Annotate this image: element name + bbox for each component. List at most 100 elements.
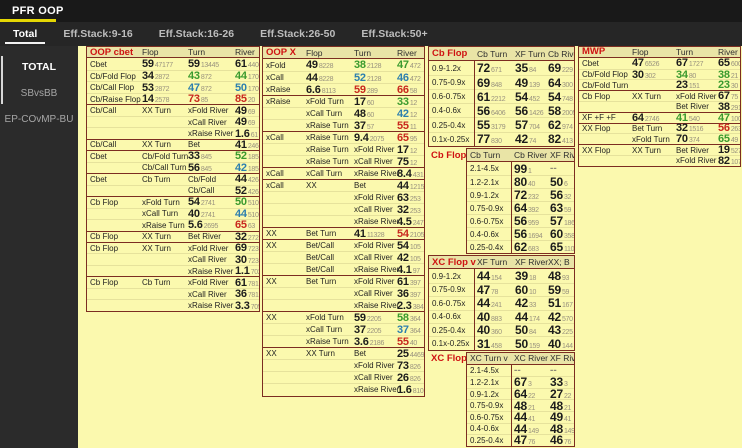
stat-value[interactable]: 72 671 xyxy=(474,61,512,75)
stat-value[interactable]: 40 2741 xyxy=(185,208,232,220)
stat-value[interactable]: 47 76 xyxy=(511,433,547,445)
popup-title-tab[interactable]: PFR OOP xyxy=(0,0,76,22)
stat-value[interactable]: 69 229 xyxy=(545,61,574,75)
scrollbar[interactable] xyxy=(1,56,3,104)
stat-value[interactable]: 61 781 xyxy=(232,277,259,289)
stat-value[interactable]: 47 472 xyxy=(394,59,424,71)
stat-value[interactable]: 48 60 xyxy=(351,108,394,120)
stat-value[interactable]: 99 1 xyxy=(511,162,547,176)
stat-value[interactable]: 50 159 xyxy=(512,337,545,350)
stat-value[interactable]: 57 704 xyxy=(512,118,545,132)
stat-value[interactable]: 36 397 xyxy=(394,288,424,300)
stat-value[interactable]: 44 8228 xyxy=(303,72,351,84)
stat-value[interactable]: 49 69 xyxy=(232,116,259,128)
stat-value[interactable]: 14 2578 xyxy=(139,93,185,105)
stat-value[interactable]: 50 510 xyxy=(232,196,259,208)
stat-value[interactable]: 37 57 xyxy=(351,120,394,132)
stat-value[interactable]: 9.4 2075 xyxy=(351,132,394,144)
stat-value[interactable]: 41 11328 xyxy=(351,228,394,240)
stat-value[interactable]: 36 781 xyxy=(232,288,259,300)
stat-value[interactable]: 77 830 xyxy=(474,132,512,146)
stat-value[interactable]: 43 872 xyxy=(185,70,232,82)
stat-value[interactable]: 17 12 xyxy=(394,144,424,156)
stat-value[interactable]: 54 105 xyxy=(394,240,424,252)
stat-value[interactable]: 17 60 xyxy=(351,96,394,108)
stat-value[interactable]: 47 78 xyxy=(474,283,512,297)
sidebar-item-total[interactable]: TOTAL xyxy=(0,54,78,80)
stat-value[interactable]: 69 723 xyxy=(232,242,259,254)
stat-value[interactable]: 1.1702 xyxy=(232,265,259,277)
stat-value[interactable]: 32 253 xyxy=(394,204,424,216)
stat-value[interactable]: 55 40 xyxy=(394,336,424,348)
stat-value[interactable]: 55 3179 xyxy=(474,118,512,132)
stat-value[interactable]: 42 12 xyxy=(394,108,424,120)
sidebar-item-sbvsbb[interactable]: SBvsBB xyxy=(0,80,78,106)
stat-value[interactable]: 1.6 61 xyxy=(232,128,259,140)
stat-value[interactable]: 59 13445 xyxy=(185,58,232,70)
stat-value[interactable]: 65 110 xyxy=(547,240,574,253)
stat-value[interactable]: 2.3 384 xyxy=(394,300,424,312)
stat-value[interactable]: 39 18 xyxy=(512,269,545,283)
stat-value[interactable]: 52 426 xyxy=(232,185,259,197)
stat-value[interactable]: 64 392 xyxy=(511,201,547,215)
tab-eff-stack-16-26[interactable]: Eff.Stack:16-26 xyxy=(146,22,247,46)
stat-value[interactable]: 4.1 97 xyxy=(394,264,424,276)
stat-value[interactable]: 63 253 xyxy=(394,192,424,204)
stat-value[interactable]: 50 170 xyxy=(232,82,259,94)
tab-eff-stack-9-16[interactable]: Eff.Stack:9-16 xyxy=(50,22,145,46)
stat-value[interactable]: 75 12 xyxy=(394,156,424,168)
stat-value[interactable]: 54 2105 xyxy=(394,228,424,240)
stat-value[interactable]: 63 59 xyxy=(547,201,574,215)
tab-eff-stack-50[interactable]: Eff.Stack:50+ xyxy=(348,22,440,46)
stat-value[interactable]: 62 974 xyxy=(545,118,574,132)
stat-value[interactable]: 59 59 xyxy=(545,283,574,297)
tab-total[interactable]: Total xyxy=(0,22,50,46)
stat-value[interactable]: 53 2872 xyxy=(139,82,185,94)
stat-value[interactable]: 1.6 810 xyxy=(394,384,424,396)
stat-value[interactable]: 42 33 xyxy=(512,296,545,310)
stat-value[interactable]: 80 40 xyxy=(511,175,547,189)
stat-value[interactable]: 66 58 xyxy=(394,84,424,96)
stat-value[interactable]: 40 144 xyxy=(545,337,574,350)
stat-value[interactable]: 62 683 xyxy=(511,240,547,253)
stat-value[interactable]: 56 6406 xyxy=(474,104,512,118)
stat-value[interactable]: 42 74 xyxy=(512,132,545,146)
stat-value[interactable]: 44 174 xyxy=(512,310,545,324)
stat-value[interactable]: 44 510 xyxy=(232,208,259,220)
stat-value[interactable]: 49 69 xyxy=(232,105,259,117)
stat-value[interactable]: 44 170 xyxy=(232,70,259,82)
stat-value[interactable]: 58 2005 xyxy=(545,104,574,118)
stat-value[interactable]: 322728 xyxy=(232,231,259,243)
stat-value[interactable]: 44 426 xyxy=(232,173,259,185)
stat-value[interactable]: 64 300 xyxy=(545,76,574,90)
stat-value[interactable]: 65 95 xyxy=(394,132,424,144)
stat-value[interactable]: 47 6526 xyxy=(629,57,673,69)
stat-value[interactable]: 73 826 xyxy=(394,360,424,372)
stat-value[interactable]: 61 2212 xyxy=(474,90,512,104)
stat-value[interactable]: 54 2741 xyxy=(185,196,232,208)
stat-value[interactable]: 6.6 8113 xyxy=(303,84,351,96)
stat-value[interactable]: 46 472 xyxy=(394,72,424,84)
stat-value[interactable]: 31 458 xyxy=(474,337,512,350)
stat-value[interactable]: 30 723 xyxy=(232,254,259,266)
stat-value[interactable]: 56 1426 xyxy=(512,104,545,118)
stat-value[interactable]: 44 241 xyxy=(474,296,512,310)
stat-value[interactable]: 56 959 xyxy=(511,214,547,228)
stat-value[interactable]: 3.3705 xyxy=(232,300,259,311)
stat-value[interactable]: 41 246 xyxy=(232,139,259,151)
stat-value[interactable]: 37 364 xyxy=(394,324,424,336)
stat-value[interactable]: 54 452 xyxy=(512,90,545,104)
stat-value[interactable]: 25 4469 xyxy=(394,348,424,360)
stat-value[interactable]: 42 185 xyxy=(232,162,259,174)
stat-value[interactable]: 60 358 xyxy=(547,227,574,241)
stat-value[interactable]: 8.4 431 xyxy=(394,168,424,180)
stat-value[interactable]: 35 84 xyxy=(512,61,545,75)
stat-value[interactable]: 49 8228 xyxy=(303,59,351,71)
stat-value[interactable]: 5.6 2695 xyxy=(185,219,232,231)
stat-value[interactable]: 56 845 xyxy=(185,162,232,174)
stat-value[interactable]: 37 2205 xyxy=(351,324,394,336)
stat-value[interactable]: 56 1694 xyxy=(511,227,547,241)
stat-value[interactable]: 65 63 xyxy=(232,219,259,231)
stat-value[interactable]: 59 289 xyxy=(351,84,394,96)
stat-value[interactable]: 54 748 xyxy=(545,90,574,104)
